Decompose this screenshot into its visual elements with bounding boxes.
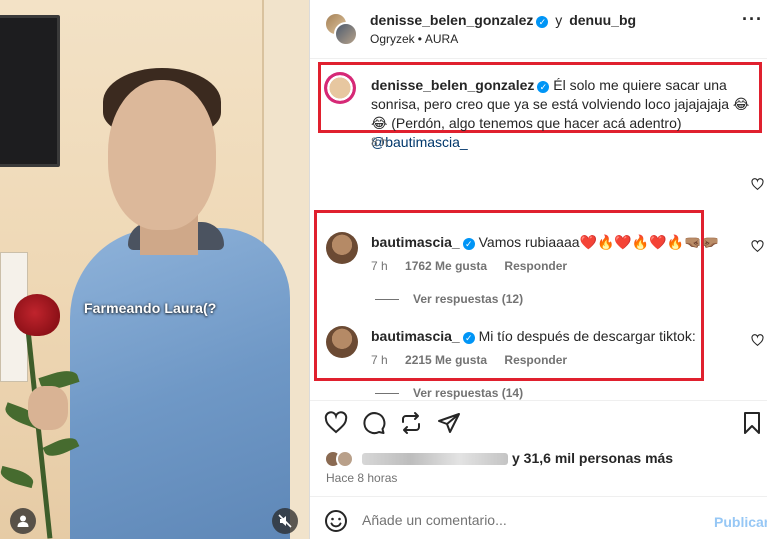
reply-button[interactable]: Responder xyxy=(504,259,567,273)
view-replies-button[interactable]: Ver respuestas (14) xyxy=(375,386,523,400)
post-comment-button[interactable]: Publicar xyxy=(714,514,767,530)
author-username[interactable]: denisse_belen_gonzalez xyxy=(370,12,533,28)
tagged-users-button[interactable] xyxy=(10,508,36,534)
comment-meta: 7 h 1762 Me gusta Responder xyxy=(371,259,581,273)
collab-avatars[interactable] xyxy=(324,12,358,46)
liker-avatars xyxy=(324,450,364,468)
avatar[interactable] xyxy=(326,232,358,264)
collab-connector: y xyxy=(555,12,563,28)
verified-badge-icon: ✓ xyxy=(536,16,549,28)
view-replies-label: Ver respuestas (12) xyxy=(413,292,524,306)
comment-input[interactable] xyxy=(362,509,692,531)
avatar[interactable] xyxy=(326,326,358,358)
repost-icon[interactable] xyxy=(399,411,423,435)
comment-composer: Publicar xyxy=(310,496,767,539)
more-icon: ··· xyxy=(742,9,763,29)
hospital-gown xyxy=(70,228,290,539)
caption-username[interactable]: denisse_belen_gonzalez xyxy=(371,77,534,93)
verified-badge-icon: ✓ xyxy=(462,332,475,344)
verified-badge-icon: ✓ xyxy=(462,238,475,250)
avatar[interactable] xyxy=(324,72,356,104)
emoji-icon[interactable] xyxy=(324,509,348,533)
comment-text: bautimascia_ ✓ Vamos rubiaaaa❤️🔥❤️🔥❤️🔥🤜🏽🤛… xyxy=(371,234,719,251)
person-face xyxy=(108,80,216,230)
person-icon xyxy=(17,515,29,527)
heart-icon[interactable] xyxy=(751,240,764,253)
bookmark-icon[interactable] xyxy=(740,411,764,435)
action-bar xyxy=(310,400,767,444)
post-time-ago[interactable]: Hace 8 horas xyxy=(326,471,397,485)
comment-text: bautimascia_ ✓ Mi tío después de descarga… xyxy=(371,328,696,344)
post-panel: denisse_belen_gonzalez ✓ y denuu_bg Ogryz… xyxy=(309,0,767,539)
verified-badge-icon: ✓ xyxy=(537,81,550,93)
view-replies-button[interactable]: Ver respuestas (12) xyxy=(375,292,523,306)
comment-meta: 7 h 2215 Me gusta Responder xyxy=(371,353,581,367)
replies-divider xyxy=(375,299,399,301)
view-replies-label: Ver respuestas (14) xyxy=(413,386,524,400)
replies-divider xyxy=(375,393,399,395)
likes-count-text[interactable]: y 31,6 mil personas más xyxy=(512,450,673,466)
collab-username[interactable]: denuu_bg xyxy=(569,12,636,28)
mute-button[interactable] xyxy=(272,508,298,534)
heart-icon[interactable] xyxy=(751,178,764,191)
send-icon[interactable] xyxy=(437,411,461,435)
more-options-button[interactable]: ··· xyxy=(742,10,763,28)
comment-icon[interactable] xyxy=(362,411,386,435)
audio-artist[interactable]: Ogryzek xyxy=(370,32,415,46)
reel-video[interactable]: Farmeando Laura(? xyxy=(0,0,309,539)
rose-flower xyxy=(14,294,60,336)
hand xyxy=(28,386,68,430)
avatar[interactable] xyxy=(334,22,358,46)
audio-info[interactable]: Ogryzek • AURA xyxy=(370,32,458,46)
audio-track[interactable]: AURA xyxy=(425,32,458,46)
heart-icon[interactable] xyxy=(324,411,348,435)
speaker-muted-icon xyxy=(278,514,292,528)
reply-button[interactable]: Responder xyxy=(504,353,567,367)
post-header: denisse_belen_gonzalez ✓ y denuu_bg Ogryz… xyxy=(310,0,767,59)
comment-body: Vamos rubiaaaa❤️🔥❤️🔥❤️🔥🤜🏽🤛🏽 xyxy=(478,234,719,250)
comment-body: Mi tío después de descargar tiktok: xyxy=(478,328,696,344)
comment-timestamp[interactable]: 7 h xyxy=(371,353,388,367)
caption-timestamp[interactable]: 8 h xyxy=(371,135,388,149)
rose-leaf xyxy=(0,465,36,489)
comment-likes-count[interactable]: 2215 Me gusta xyxy=(405,353,487,367)
comment-username[interactable]: bautimascia_ xyxy=(371,234,460,250)
post-caption: denisse_belen_gonzalez ✓ Él solo me quier… xyxy=(371,76,756,152)
heart-icon[interactable] xyxy=(751,334,764,347)
comment-likes-count[interactable]: 1762 Me gusta xyxy=(405,259,487,273)
comment-timestamp[interactable]: 7 h xyxy=(371,259,388,273)
author-names: denisse_belen_gonzalez ✓ y denuu_bg xyxy=(370,12,636,28)
separator-dot: • xyxy=(417,32,422,46)
blurred-username xyxy=(362,453,508,465)
avatar xyxy=(336,450,354,468)
wall-tv xyxy=(0,15,60,167)
comment-username[interactable]: bautimascia_ xyxy=(371,328,460,344)
video-overlay-text: Farmeando Laura(? xyxy=(84,300,217,316)
